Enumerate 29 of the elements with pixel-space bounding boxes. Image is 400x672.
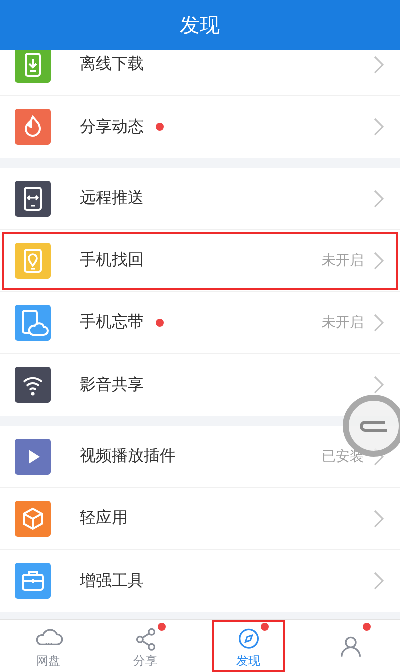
item-label: 手机找回 xyxy=(80,250,144,271)
item-label: 离线下载 xyxy=(80,54,144,75)
menu-item[interactable]: 离线下载 xyxy=(0,50,400,96)
chevron-icon xyxy=(374,314,384,332)
item-label: 远程推送 xyxy=(80,188,144,209)
chevron-icon xyxy=(374,510,384,528)
chevron-icon xyxy=(374,376,384,394)
menu-item[interactable]: 轻应用 xyxy=(0,488,400,550)
menu-item[interactable]: 分享动态 xyxy=(0,96,400,158)
item-label: 分享动态 xyxy=(80,116,144,138)
item-label: 增强工具 xyxy=(80,570,144,592)
status-text: 未开启 xyxy=(322,314,364,332)
menu-item[interactable]: 手机找回 未开启 xyxy=(0,230,400,292)
chevron-icon xyxy=(374,118,384,136)
menu-item[interactable]: 远程推送 xyxy=(0,168,400,230)
item-label: 手机忘带 xyxy=(80,312,144,333)
chevron-icon xyxy=(374,56,384,74)
menu-item[interactable]: 影音共享 xyxy=(0,354,400,416)
chevron-icon xyxy=(374,572,384,590)
item-label: 轻应用 xyxy=(80,508,128,529)
item-label: 视频播放插件 xyxy=(80,446,176,467)
chevron-icon xyxy=(374,252,384,270)
menu-item[interactable]: 手机忘带 未开启 xyxy=(0,292,400,354)
return-arrow-icon xyxy=(360,420,388,432)
item-label: 影音共享 xyxy=(80,374,144,396)
page-title: 发现 xyxy=(180,12,220,38)
chevron-icon xyxy=(374,190,384,208)
menu-item[interactable]: 增强工具 xyxy=(0,550,400,612)
status-text: 未开启 xyxy=(322,252,364,270)
